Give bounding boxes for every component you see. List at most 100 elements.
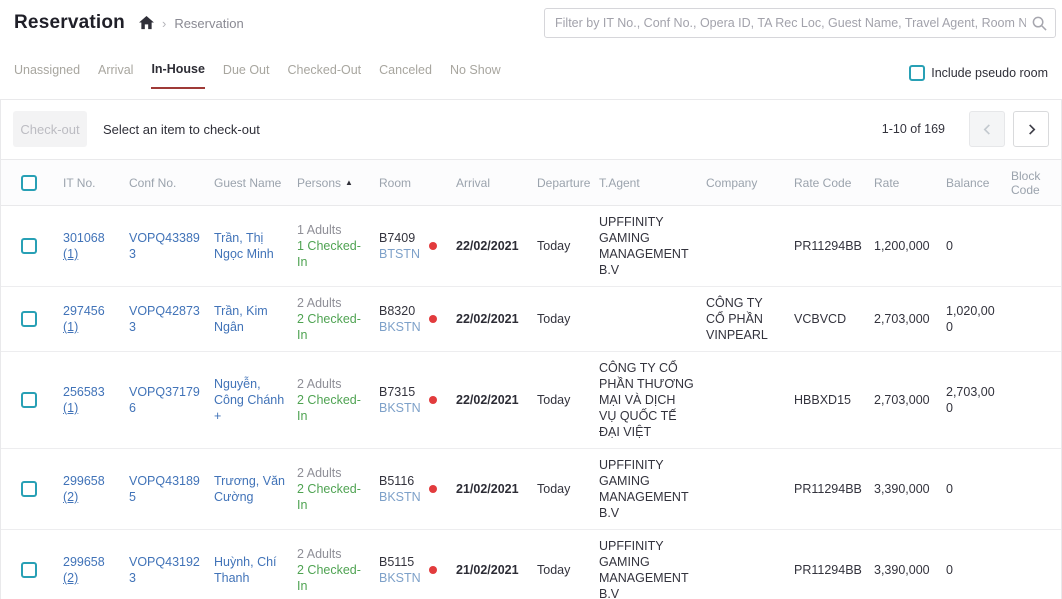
arrival-date: 21/02/2021 <box>456 449 537 530</box>
tab-canceled[interactable]: Canceled <box>379 63 432 88</box>
company <box>706 449 794 530</box>
persons-checked-in: 1 Checked-In <box>297 239 361 269</box>
block-code <box>1011 530 1061 599</box>
persons-checked-in: 2 Checked-In <box>297 563 361 593</box>
company <box>706 206 794 287</box>
col-balance[interactable]: Balance <box>946 160 1011 206</box>
tab-no-show[interactable]: No Show <box>450 63 501 88</box>
breadcrumb-current[interactable]: Reservation <box>174 16 243 31</box>
status-dot-icon <box>429 566 437 574</box>
company <box>706 530 794 599</box>
tab-due-out[interactable]: Due Out <box>223 63 270 88</box>
rate-code: PR11294BB <box>794 449 874 530</box>
sort-asc-icon: ▲ <box>345 178 353 187</box>
guest-name-link[interactable]: Nguyễn, Công Chánh + <box>214 377 284 423</box>
col-block-code[interactable]: Block Code <box>1011 160 1061 206</box>
balance: 0 <box>946 206 1011 287</box>
departure-date: Today <box>537 352 599 449</box>
tab-checked-out[interactable]: Checked-Out <box>287 63 361 88</box>
rate: 3,390,000 <box>874 449 946 530</box>
it-no-link[interactable]: 299658(2) <box>63 473 119 505</box>
arrival-date: 21/02/2021 <box>456 530 537 599</box>
company: CÔNG TY CỔ PHẦN VINPEARL <box>706 287 794 352</box>
rate: 2,703,000 <box>874 287 946 352</box>
persons-adults: 2 Adults <box>297 377 341 391</box>
it-no-link[interactable]: 256583(1) <box>63 384 119 416</box>
arrival-date: 22/02/2021 <box>456 287 537 352</box>
row-checkbox[interactable] <box>21 392 37 408</box>
room-number: B5116 <box>379 474 414 488</box>
col-persons[interactable]: Persons▲ <box>297 160 379 206</box>
conf-no-link[interactable]: VOPQ428733 <box>129 304 200 334</box>
row-checkbox[interactable] <box>21 562 37 578</box>
select-all-checkbox[interactable] <box>21 175 37 191</box>
chevron-right-icon <box>1026 124 1037 135</box>
guest-name-link[interactable]: Trần, Thị Ngọc Minh <box>214 231 274 261</box>
check-out-button[interactable]: Check-out <box>13 111 87 147</box>
search-input[interactable] <box>555 16 1026 30</box>
room-type: BTSTN <box>379 247 420 261</box>
status-dot-icon <box>429 315 437 323</box>
include-pseudo-room-label: Include pseudo room <box>931 66 1048 80</box>
tab-bar: Unassigned Arrival In-House Due Out Chec… <box>0 62 1062 89</box>
room-type: BKSTN <box>379 320 421 334</box>
list-toolbar: Check-out Select an item to check-out 1-… <box>1 100 1061 159</box>
conf-no-link[interactable]: VOPQ431895 <box>129 474 200 504</box>
rate: 2,703,000 <box>874 352 946 449</box>
departure-date: Today <box>537 287 599 352</box>
col-t-agent[interactable]: T.Agent <box>599 160 706 206</box>
block-code <box>1011 352 1061 449</box>
tab-in-house[interactable]: In-House <box>151 62 204 89</box>
guest-name-link[interactable]: Trần, Kim Ngân <box>214 304 268 334</box>
guest-name-link[interactable]: Huỳnh, Chí Thanh <box>214 555 277 585</box>
home-icon[interactable] <box>139 16 154 30</box>
include-pseudo-room: Include pseudo room <box>909 65 1048 87</box>
col-departure[interactable]: Departure <box>537 160 599 206</box>
breadcrumb: › Reservation <box>139 16 244 31</box>
reservation-table: IT No. Conf No. Guest Name Persons▲ Room… <box>1 159 1061 599</box>
travel-agent: UPFFINITY GAMING MANAGEMENT B.V <box>599 449 706 530</box>
persons-checked-in: 2 Checked-In <box>297 393 361 423</box>
table-row: 297456(1) VOPQ428733 Trần, Kim Ngân 2 Ad… <box>1 287 1061 352</box>
persons-adults: 2 Adults <box>297 466 341 480</box>
room-number: B8320 <box>379 304 415 318</box>
col-guest-name[interactable]: Guest Name <box>214 160 297 206</box>
conf-no-link[interactable]: VOPQ433893 <box>129 231 200 261</box>
it-no-link[interactable]: 301068(1) <box>63 230 119 262</box>
departure-date: Today <box>537 206 599 287</box>
rate-code: PR11294BB <box>794 206 874 287</box>
row-checkbox[interactable] <box>21 481 37 497</box>
conf-no-link[interactable]: VOPQ371796 <box>129 385 200 415</box>
include-pseudo-room-checkbox[interactable] <box>909 65 925 81</box>
tab-arrival[interactable]: Arrival <box>98 63 133 88</box>
col-room[interactable]: Room <box>379 160 456 206</box>
room-type: BKSTN <box>379 490 421 504</box>
balance: 2,703,000 <box>946 352 1011 449</box>
conf-no-link[interactable]: VOPQ431923 <box>129 555 200 585</box>
col-rate[interactable]: Rate <box>874 160 946 206</box>
tab-unassigned[interactable]: Unassigned <box>14 63 80 88</box>
pagination-range: 1-10 of 169 <box>882 122 945 136</box>
col-it-no[interactable]: IT No. <box>63 160 129 206</box>
room-type: BKSTN <box>379 401 421 415</box>
it-no-link[interactable]: 297456(1) <box>63 303 119 335</box>
departure-date: Today <box>537 530 599 599</box>
col-rate-code[interactable]: Rate Code <box>794 160 874 206</box>
page-title: Reservation <box>14 12 125 34</box>
guest-name-link[interactable]: Trương, Văn Cường <box>214 474 285 504</box>
next-page-button[interactable] <box>1013 111 1049 147</box>
it-no-link[interactable]: 299658(2) <box>63 554 119 586</box>
arrival-date: 22/02/2021 <box>456 352 537 449</box>
search-icon[interactable] <box>1032 16 1047 31</box>
row-checkbox[interactable] <box>21 311 37 327</box>
chevron-left-icon <box>982 124 993 135</box>
balance: 1,020,000 <box>946 287 1011 352</box>
status-dot-icon <box>429 396 437 404</box>
prev-page-button[interactable] <box>969 111 1005 147</box>
balance: 0 <box>946 449 1011 530</box>
room-number: B5115 <box>379 555 414 569</box>
row-checkbox[interactable] <box>21 238 37 254</box>
col-arrival[interactable]: Arrival <box>456 160 537 206</box>
col-conf-no[interactable]: Conf No. <box>129 160 214 206</box>
col-company[interactable]: Company <box>706 160 794 206</box>
